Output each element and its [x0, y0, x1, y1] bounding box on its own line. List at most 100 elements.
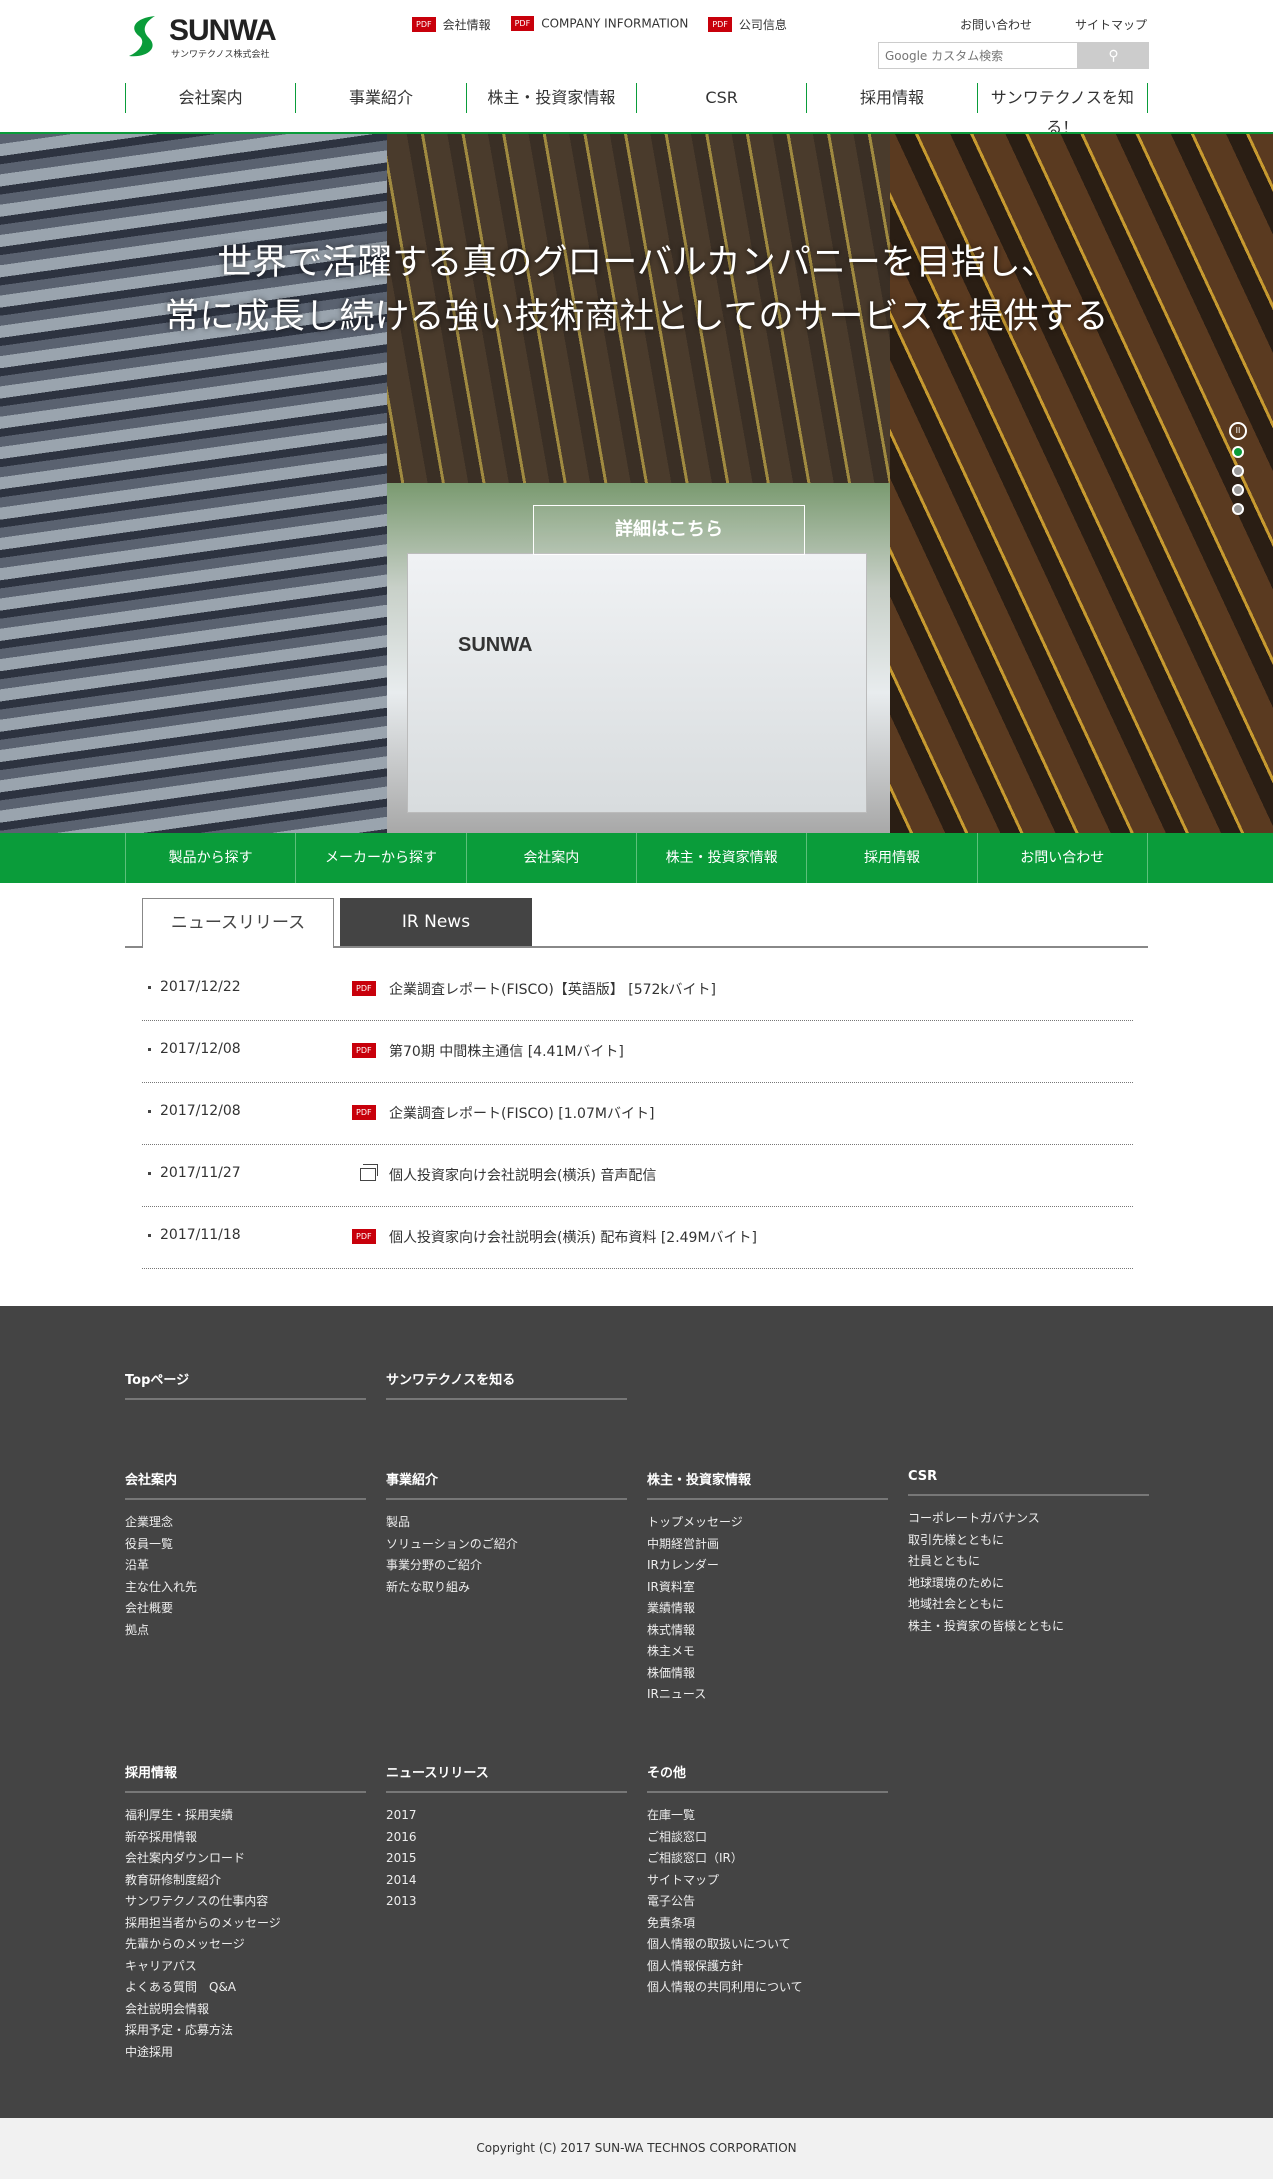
news-title-link[interactable]: 個人投資家向け会社説明会(横浜) 音声配信: [389, 1165, 656, 1185]
footer-heading[interactable]: その他: [647, 1762, 888, 1793]
slide-dot-4[interactable]: [1232, 503, 1244, 515]
quick-nav-contact[interactable]: お問い合わせ: [978, 833, 1148, 883]
footer-link[interactable]: 主な仕入れ先: [125, 1577, 366, 1599]
footer-link[interactable]: 拠点: [125, 1620, 366, 1642]
footer-link[interactable]: 福利厚生・採用実績: [125, 1805, 366, 1827]
footer-link[interactable]: コーポレートガバナンス: [908, 1508, 1149, 1530]
footer-link[interactable]: 2016: [386, 1827, 627, 1849]
footer-link[interactable]: よくある質問 Q&A: [125, 1977, 366, 1999]
footer-link[interactable]: 地域社会とともに: [908, 1594, 1149, 1616]
footer-link[interactable]: ご相談窓口（IR）: [647, 1848, 888, 1870]
footer-link[interactable]: 2013: [386, 1891, 627, 1913]
footer-link[interactable]: 沿革: [125, 1555, 366, 1577]
news-title-link[interactable]: 企業調査レポート(FISCO)【英語版】 [572kバイト]: [389, 979, 716, 999]
footer-link[interactable]: 社員とともに: [908, 1551, 1149, 1573]
logo[interactable]: SUNWA サンワテクノス株式会社: [125, 14, 285, 60]
footer-heading[interactable]: サンワテクノスを知る: [386, 1369, 627, 1400]
footer-link[interactable]: 会社概要: [125, 1598, 366, 1620]
footer-heading[interactable]: 株主・投資家情報: [647, 1469, 888, 1500]
pause-icon[interactable]: II: [1229, 422, 1247, 440]
quick-nav-company[interactable]: 会社案内: [467, 833, 637, 883]
footer-heading[interactable]: ニュースリリース: [386, 1762, 627, 1793]
footer-link[interactable]: 会社説明会情報: [125, 1999, 366, 2021]
news-title-link[interactable]: 企業調査レポート(FISCO) [1.07Mバイト]: [389, 1103, 654, 1123]
footer-link[interactable]: IRカレンダー: [647, 1555, 888, 1577]
footer-link[interactable]: 新たな取り組み: [386, 1577, 627, 1599]
footer-heading[interactable]: 会社案内: [125, 1469, 366, 1500]
footer-link[interactable]: 地球環境のために: [908, 1573, 1149, 1595]
quick-nav-products[interactable]: 製品から探す: [126, 833, 297, 883]
footer-heading[interactable]: CSR: [908, 1469, 1149, 1496]
footer-column: ニュースリリース 2017 2016 2015 2014 2013: [386, 1762, 627, 1913]
footer-link[interactable]: 株主・投資家の皆様とともに: [908, 1616, 1149, 1638]
footer-link[interactable]: 事業分野のご紹介: [386, 1555, 627, 1577]
link-label: 会社情報: [442, 18, 491, 32]
nav-csr[interactable]: CSR: [637, 83, 808, 113]
footer-link[interactable]: IR資料室: [647, 1577, 888, 1599]
news-title-link[interactable]: 第70期 中間株主通信 [4.41Mバイト]: [389, 1041, 624, 1061]
footer-column: サンワテクノスを知る: [386, 1369, 627, 1412]
footer-link[interactable]: キャリアパス: [125, 1956, 366, 1978]
footer-heading[interactable]: 事業紹介: [386, 1469, 627, 1500]
nav-business[interactable]: 事業紹介: [296, 83, 467, 113]
nav-about[interactable]: サンワテクノスを知る！: [978, 83, 1148, 137]
footer-link[interactable]: 株主メモ: [647, 1641, 888, 1663]
quick-nav-makers[interactable]: メーカーから探す: [296, 833, 467, 883]
footer-link[interactable]: 個人情報保護方針: [647, 1956, 888, 1978]
pdf-link-company-information-en[interactable]: PDF COMPANY INFORMATION: [510, 16, 688, 33]
footer-link[interactable]: 個人情報の共同利用について: [647, 1977, 888, 1999]
footer-link[interactable]: ソリューションのご紹介: [386, 1534, 627, 1556]
footer-link[interactable]: 役員一覧: [125, 1534, 366, 1556]
footer-link[interactable]: 先輩からのメッセージ: [125, 1934, 366, 1956]
slide-dot-3[interactable]: [1232, 484, 1244, 496]
footer-link[interactable]: 採用担当者からのメッセージ: [125, 1913, 366, 1935]
footer-link[interactable]: 業績情報: [647, 1598, 888, 1620]
footer-heading[interactable]: Topページ: [125, 1369, 366, 1400]
nav-recruit[interactable]: 採用情報: [807, 83, 978, 113]
footer-link[interactable]: IRニュース: [647, 1684, 888, 1706]
footer-link[interactable]: 電子公告: [647, 1891, 888, 1913]
footer-link[interactable]: 在庫一覧: [647, 1805, 888, 1827]
footer-heading[interactable]: 採用情報: [125, 1762, 366, 1793]
footer-link[interactable]: 2015: [386, 1848, 627, 1870]
pdf-link-company-info[interactable]: PDF 会社情報: [412, 16, 491, 33]
pdf-link-company-info-zh[interactable]: PDF 公司信息: [708, 16, 787, 33]
search-form: ⚲: [878, 42, 1149, 69]
quick-nav-recruit[interactable]: 採用情報: [807, 833, 978, 883]
footer-link[interactable]: 2014: [386, 1870, 627, 1892]
nav-ir[interactable]: 株主・投資家情報: [467, 83, 637, 113]
footer-link[interactable]: 中期経営計画: [647, 1534, 888, 1556]
nav-company[interactable]: 会社案内: [126, 83, 297, 113]
contact-link[interactable]: お問い合わせ: [960, 16, 1032, 33]
hero-details-button[interactable]: 詳細はこちら: [533, 505, 805, 555]
footer-link[interactable]: 中途採用: [125, 2042, 366, 2064]
quick-nav-bar: 製品から探す メーカーから探す 会社案内 株主・投資家情報 採用情報 お問い合わ…: [0, 833, 1273, 883]
footer-link[interactable]: 株式情報: [647, 1620, 888, 1642]
slide-dot-1[interactable]: [1232, 446, 1244, 458]
footer-link[interactable]: 個人情報の取扱いについて: [647, 1934, 888, 1956]
search-input[interactable]: [878, 42, 1078, 69]
footer-link[interactable]: 教育研修制度紹介: [125, 1870, 366, 1892]
footer-link[interactable]: サイトマップ: [647, 1870, 888, 1892]
footer-link[interactable]: ご相談窓口: [647, 1827, 888, 1849]
footer-link[interactable]: 企業理念: [125, 1512, 366, 1534]
footer-link[interactable]: 製品: [386, 1512, 627, 1534]
footer-link[interactable]: トップメッセージ: [647, 1512, 888, 1534]
sitemap-link[interactable]: サイトマップ: [1075, 16, 1147, 33]
footer-column: Topページ: [125, 1369, 366, 1412]
footer-link[interactable]: サンワテクノスの仕事内容: [125, 1891, 366, 1913]
slide-dot-2[interactable]: [1232, 465, 1244, 477]
pdf-icon: PDF: [352, 1104, 376, 1120]
footer-link[interactable]: 免責条項: [647, 1913, 888, 1935]
search-button[interactable]: ⚲: [1078, 42, 1149, 69]
footer-link[interactable]: 新卒採用情報: [125, 1827, 366, 1849]
footer-link[interactable]: 会社案内ダウンロード: [125, 1848, 366, 1870]
news-title-link[interactable]: 個人投資家向け会社説明会(横浜) 配布資料 [2.49Mバイト]: [389, 1227, 757, 1247]
quick-nav-ir[interactable]: 株主・投資家情報: [637, 833, 808, 883]
tab-news-release[interactable]: ニュースリリース: [142, 898, 334, 948]
footer-link[interactable]: 2017: [386, 1805, 627, 1827]
footer-link[interactable]: 取引先様とともに: [908, 1530, 1149, 1552]
footer-link[interactable]: 株価情報: [647, 1663, 888, 1685]
tab-ir-news[interactable]: IR News: [340, 898, 532, 947]
footer-link[interactable]: 採用予定・応募方法: [125, 2020, 366, 2042]
